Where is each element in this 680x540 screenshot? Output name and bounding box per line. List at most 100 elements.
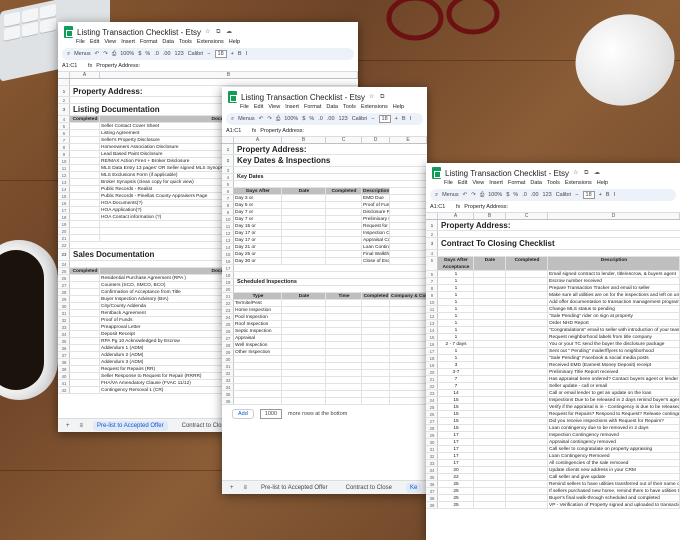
row-number[interactable]: 18 xyxy=(58,214,70,220)
property-address-cell[interactable]: Property Address: xyxy=(234,144,307,154)
column-header[interactable]: D xyxy=(362,137,390,143)
table-cell[interactable] xyxy=(70,172,100,178)
cell-reference[interactable]: A1:C1 xyxy=(430,204,452,210)
row-number[interactable]: 29 xyxy=(426,432,438,438)
table-cell[interactable] xyxy=(70,186,100,192)
zoom-select[interactable]: 100% xyxy=(120,51,134,57)
font-size-input[interactable]: 18 xyxy=(378,115,391,123)
font-select[interactable]: Calibri xyxy=(188,51,204,57)
row-number[interactable]: 19 xyxy=(58,221,70,227)
italic-button[interactable]: I xyxy=(614,192,616,198)
menu-item[interactable]: Help xyxy=(393,104,404,110)
italic-button[interactable]: I xyxy=(410,116,412,122)
table-cell[interactable] xyxy=(506,411,548,417)
table-cell[interactable]: Call or email lender to get an update on… xyxy=(548,390,680,396)
row-number[interactable]: 9 xyxy=(222,209,234,215)
table-cell[interactable]: Escrow number received xyxy=(548,278,680,284)
menus-label[interactable]: Menus xyxy=(442,192,459,198)
table-cell[interactable]: Seller update - call or email xyxy=(548,383,680,389)
row-number[interactable]: 31 xyxy=(222,363,234,369)
table-cell[interactable] xyxy=(70,373,100,379)
table-cell[interactable] xyxy=(70,228,100,234)
column-header[interactable]: D xyxy=(548,213,680,219)
menu-item[interactable]: File xyxy=(240,104,249,110)
table-cell[interactable]: Day 7 or xyxy=(234,209,282,215)
row-number[interactable]: 3 xyxy=(58,104,70,115)
table-cell[interactable] xyxy=(326,370,362,376)
empty-cell[interactable] xyxy=(234,167,235,173)
table-cell[interactable] xyxy=(70,123,100,129)
table-cell[interactable] xyxy=(362,342,390,348)
table-cell[interactable] xyxy=(506,439,548,445)
table-cell[interactable] xyxy=(506,313,548,319)
table-cell[interactable]: Request for Repairs xyxy=(362,223,390,229)
table-cell[interactable] xyxy=(474,390,506,396)
header-cell[interactable]: Completed xyxy=(362,293,390,299)
header-cell[interactable]: Days After xyxy=(234,188,282,194)
row-number[interactable]: 42 xyxy=(58,387,70,393)
table-cell[interactable] xyxy=(70,345,100,351)
table-cell[interactable]: Day 7 or xyxy=(234,216,282,222)
row-number[interactable]: 8 xyxy=(58,144,70,150)
row-number[interactable]: 13 xyxy=(58,179,70,185)
table-cell[interactable] xyxy=(362,328,390,334)
row-number[interactable]: 26 xyxy=(222,328,234,334)
redo-icon[interactable]: ↷ xyxy=(471,192,476,198)
table-cell[interactable] xyxy=(506,481,548,487)
tab-key-dates[interactable]: Ke xyxy=(405,482,422,493)
menu-item[interactable]: Data xyxy=(326,104,338,110)
row-number[interactable]: 39 xyxy=(426,502,438,508)
header-cell[interactable]: Date xyxy=(474,257,506,270)
print-icon[interactable]: ⎙ xyxy=(112,51,116,58)
table-cell[interactable] xyxy=(474,418,506,424)
table-cell[interactable]: Buyer's final walk-through scheduled and… xyxy=(548,495,680,501)
table-cell[interactable]: Email signed contract to lender, title/e… xyxy=(548,271,680,277)
row-number[interactable]: 33 xyxy=(426,460,438,466)
row-number[interactable]: 30 xyxy=(58,303,70,309)
table-cell[interactable]: 17 xyxy=(438,432,474,438)
table-cell[interactable] xyxy=(282,258,326,264)
table-cell[interactable]: Has appraisal been ordered? Contact buye… xyxy=(548,376,680,382)
table-cell[interactable] xyxy=(506,432,548,438)
table-cell[interactable]: Did you receive inspections with Request… xyxy=(548,418,680,424)
table-cell[interactable] xyxy=(474,474,506,480)
column-header[interactable]: B xyxy=(100,72,358,78)
table-cell[interactable] xyxy=(326,321,362,327)
star-icon[interactable]: ☆ ⧉ ☁ xyxy=(205,28,234,36)
row-number[interactable]: 16 xyxy=(222,258,234,264)
row-number[interactable]: 36 xyxy=(426,481,438,487)
row-number[interactable]: 16 xyxy=(426,341,438,347)
table-cell[interactable] xyxy=(234,370,282,376)
table-cell[interactable] xyxy=(474,334,506,340)
row-number[interactable]: 2 xyxy=(426,231,438,237)
column-header[interactable]: A xyxy=(438,213,474,219)
header-cell[interactable]: Date xyxy=(282,293,326,299)
bold-button[interactable]: B xyxy=(606,192,610,198)
menu-item[interactable]: Insert xyxy=(489,180,503,186)
row-number[interactable]: 31 xyxy=(58,310,70,316)
table-cell[interactable]: Make sure all utilities are on for the i… xyxy=(548,292,680,298)
table-cell[interactable] xyxy=(474,355,506,361)
menu-item[interactable]: Data xyxy=(530,180,542,186)
row-number[interactable]: 25 xyxy=(58,268,70,274)
row-number[interactable]: 9 xyxy=(58,151,70,157)
row-number[interactable]: 27 xyxy=(222,335,234,341)
row-number[interactable]: 35 xyxy=(222,391,234,397)
row-number[interactable]: 6 xyxy=(426,271,438,277)
table-cell[interactable] xyxy=(474,376,506,382)
table-cell[interactable] xyxy=(70,303,100,309)
row-number[interactable]: 20 xyxy=(222,286,234,292)
table-cell[interactable] xyxy=(390,384,427,390)
row-number[interactable]: 33 xyxy=(58,324,70,330)
table-cell[interactable] xyxy=(326,377,362,383)
empty-cell[interactable] xyxy=(70,97,71,103)
table-cell[interactable] xyxy=(390,391,427,397)
table-cell[interactable] xyxy=(474,432,506,438)
row-number[interactable]: 34 xyxy=(222,384,234,390)
table-cell[interactable]: You or your TC send the buyer the disclo… xyxy=(548,341,680,347)
cell-grid[interactable]: 1 Property Address: 2 3 Contract To Closing … xyxy=(426,220,680,509)
table-cell[interactable] xyxy=(474,348,506,354)
row-number[interactable]: 29 xyxy=(222,349,234,355)
formula-input[interactable]: Property Address: xyxy=(96,63,140,69)
table-cell[interactable] xyxy=(506,278,548,284)
